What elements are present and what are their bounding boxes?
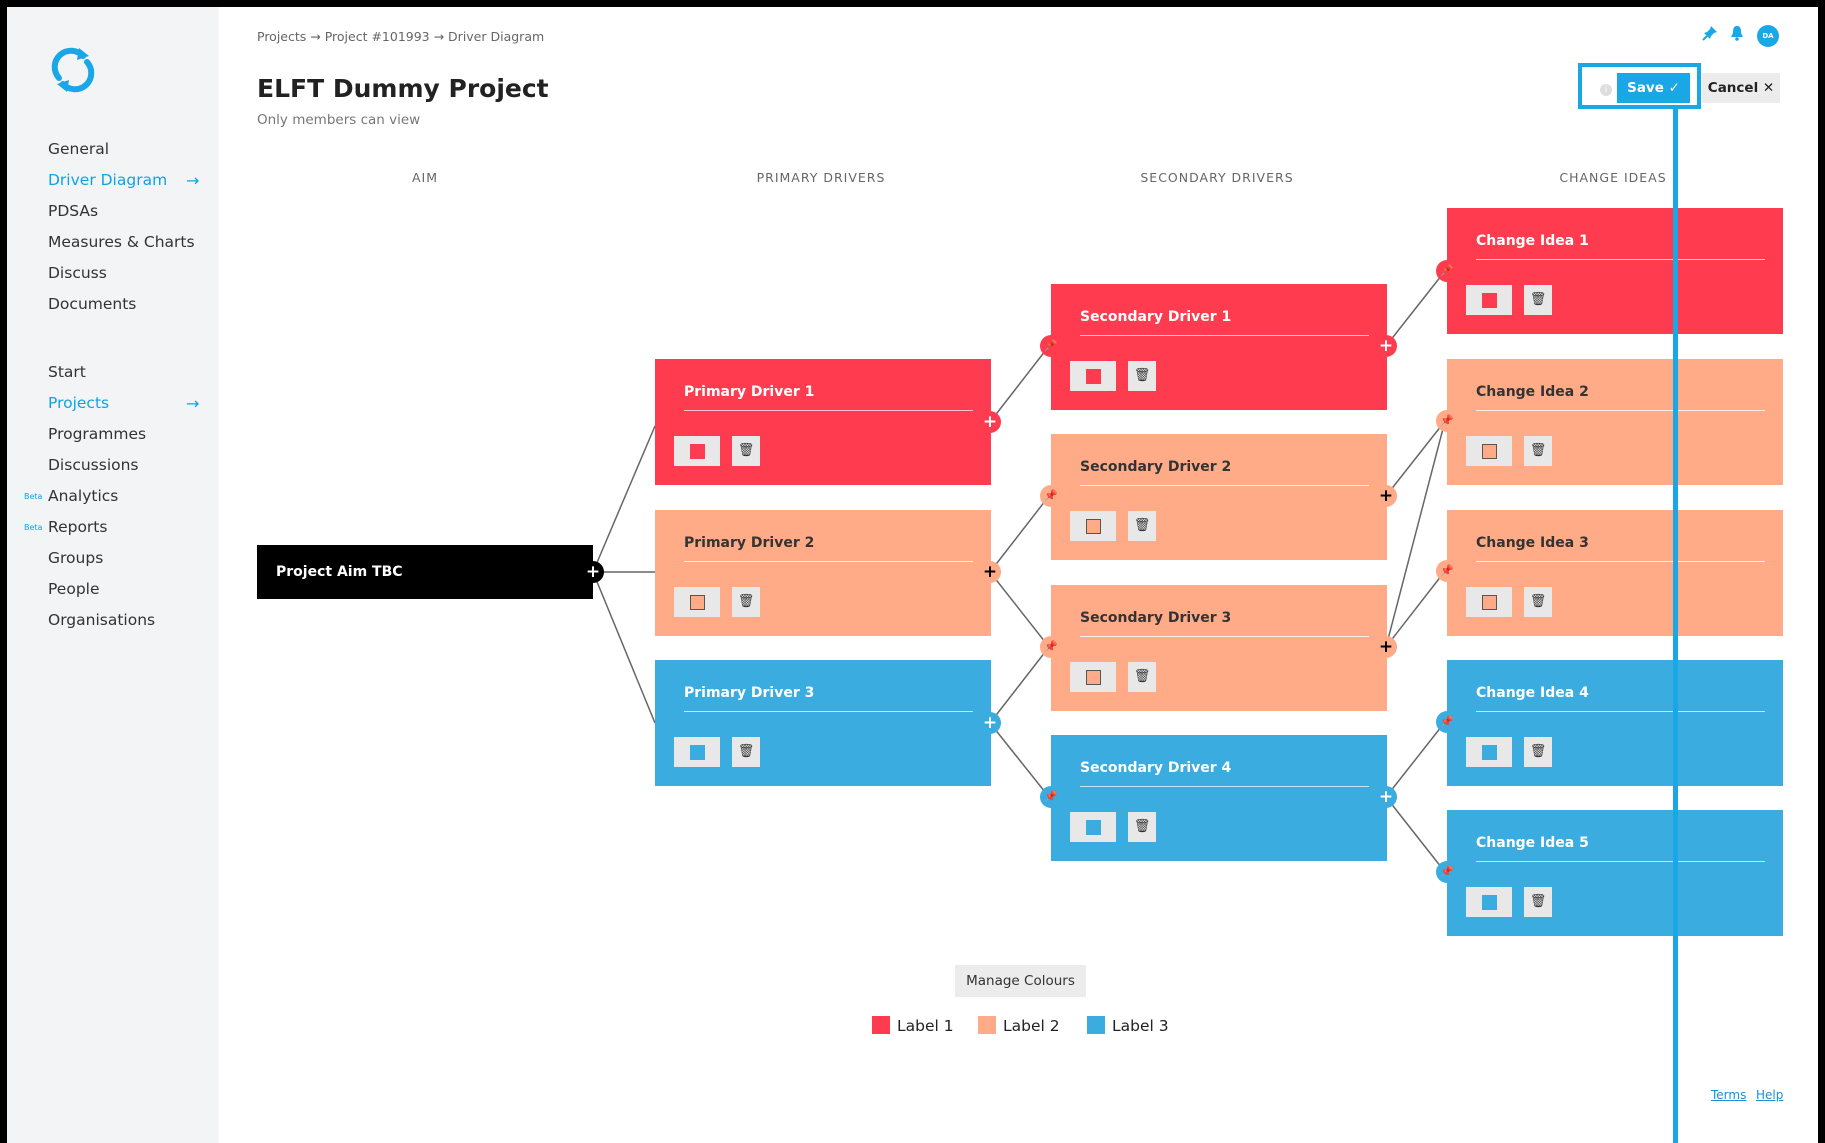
terms-link[interactable]: Terms (1711, 1088, 1746, 1102)
trash-icon[interactable]: 🗑 (1128, 662, 1156, 692)
pin-icon[interactable]: 📌 (1040, 786, 1062, 808)
trash-icon[interactable]: 🗑 (1524, 887, 1552, 917)
primary-driver-card[interactable]: Primary Driver 1 🗑 (655, 359, 991, 485)
add-secondary-driver-button[interactable]: + (979, 411, 1001, 433)
pin-icon[interactable]: 📌 (1040, 636, 1062, 658)
colour-picker-button[interactable] (1070, 812, 1116, 842)
card-title[interactable]: Secondary Driver 1 (1080, 309, 1369, 336)
secondary-driver-card[interactable]: Secondary Driver 1 🗑 (1051, 284, 1387, 410)
colour-swatch (690, 444, 705, 459)
colour-picker-button[interactable] (1070, 361, 1116, 391)
legend-label: Label 3 (1112, 1017, 1169, 1035)
colour-swatch (1086, 670, 1101, 685)
change-idea-card[interactable]: Change Idea 1 🗑 (1447, 208, 1783, 334)
add-secondary-driver-button[interactable]: + (979, 561, 1001, 583)
trash-icon[interactable]: 🗑 (732, 737, 760, 767)
help-link[interactable]: Help (1756, 1088, 1783, 1102)
colour-picker-button[interactable] (1466, 737, 1512, 767)
card-title[interactable]: Secondary Driver 3 (1080, 610, 1369, 637)
change-idea-card[interactable]: Change Idea 5 🗑 (1447, 810, 1783, 936)
add-primary-driver-button[interactable]: + (582, 561, 604, 583)
pin-icon[interactable]: 📌 (1040, 335, 1062, 357)
colour-swatch (1482, 745, 1497, 760)
trash-icon[interactable]: 🗑 (732, 587, 760, 617)
add-change-idea-button[interactable]: + (1375, 485, 1397, 507)
pin-icon[interactable]: 📌 (1436, 711, 1458, 733)
colour-picker-button[interactable] (1466, 285, 1512, 315)
add-change-idea-button[interactable]: + (1375, 335, 1397, 357)
pin-icon[interactable]: 📌 (1436, 861, 1458, 883)
change-idea-card[interactable]: Change Idea 4 🗑 (1447, 660, 1783, 786)
highlight-guide-line (1673, 109, 1678, 1143)
colour-picker-button[interactable] (1466, 887, 1512, 917)
trash-icon[interactable]: 🗑 (1128, 812, 1156, 842)
change-idea-card[interactable]: Change Idea 2 🗑 (1447, 359, 1783, 485)
colour-picker-button[interactable] (674, 436, 720, 466)
card-title[interactable]: Primary Driver 3 (684, 685, 973, 712)
secondary-driver-card[interactable]: Secondary Driver 3 🗑 (1051, 585, 1387, 711)
legend-label: Label 1 (897, 1017, 954, 1035)
colour-swatch (690, 745, 705, 760)
card-title[interactable]: Secondary Driver 2 (1080, 459, 1369, 486)
colour-picker-button[interactable] (674, 587, 720, 617)
legend-item: Label 2 (978, 1016, 1060, 1035)
card-title[interactable]: Change Idea 3 (1476, 535, 1765, 562)
colour-picker-button[interactable] (1070, 662, 1116, 692)
pin-icon[interactable]: 📌 (1040, 485, 1062, 507)
card-title[interactable]: Secondary Driver 4 (1080, 760, 1369, 787)
trash-icon[interactable]: 🗑 (1524, 737, 1552, 767)
secondary-driver-card[interactable]: Secondary Driver 2 🗑 (1051, 434, 1387, 560)
change-idea-card[interactable]: Change Idea 3 🗑 (1447, 510, 1783, 636)
trash-icon[interactable]: 🗑 (1524, 587, 1552, 617)
aim-title: Project Aim TBC (276, 564, 403, 580)
pin-icon[interactable]: 📌 (1436, 260, 1458, 282)
legend-item: Label 1 (872, 1016, 954, 1035)
primary-driver-card[interactable]: Primary Driver 3 🗑 (655, 660, 991, 786)
colour-swatch (690, 595, 705, 610)
trash-icon[interactable]: 🗑 (1524, 285, 1552, 315)
colour-swatch (1482, 444, 1497, 459)
card-title[interactable]: Primary Driver 1 (684, 384, 973, 411)
trash-icon[interactable]: 🗑 (732, 436, 760, 466)
primary-driver-card[interactable]: Primary Driver 2 🗑 (655, 510, 991, 636)
legend-swatch (978, 1016, 996, 1034)
add-change-idea-button[interactable]: + (1375, 636, 1397, 658)
colour-picker-button[interactable] (1466, 436, 1512, 466)
app-window: General Driver Diagram → PDSAs Measures … (7, 7, 1818, 1143)
card-title[interactable]: Change Idea 4 (1476, 685, 1765, 712)
card-title[interactable]: Change Idea 1 (1476, 233, 1765, 260)
pin-icon[interactable]: 📌 (1436, 560, 1458, 582)
colour-swatch (1086, 820, 1101, 835)
pin-icon[interactable]: 📌 (1436, 410, 1458, 432)
card-title[interactable]: Primary Driver 2 (684, 535, 973, 562)
trash-icon[interactable]: 🗑 (1524, 436, 1552, 466)
legend-swatch (872, 1016, 890, 1034)
card-title[interactable]: Change Idea 2 (1476, 384, 1765, 411)
colour-swatch (1482, 895, 1497, 910)
aim-card[interactable]: Project Aim TBC (257, 545, 593, 599)
secondary-driver-card[interactable]: Secondary Driver 4 🗑 (1051, 735, 1387, 861)
manage-colours-button[interactable]: Manage Colours (955, 965, 1086, 997)
legend-swatch (1087, 1016, 1105, 1034)
colour-swatch (1482, 595, 1497, 610)
colour-swatch (1086, 369, 1101, 384)
colour-swatch (1482, 293, 1497, 308)
legend-item: Label 3 (1087, 1016, 1169, 1035)
legend-label: Label 2 (1003, 1017, 1060, 1035)
card-title[interactable]: Change Idea 5 (1476, 835, 1765, 862)
colour-picker-button[interactable] (1070, 511, 1116, 541)
colour-picker-button[interactable] (674, 737, 720, 767)
colour-picker-button[interactable] (1466, 587, 1512, 617)
trash-icon[interactable]: 🗑 (1128, 361, 1156, 391)
trash-icon[interactable]: 🗑 (1128, 511, 1156, 541)
add-secondary-driver-button[interactable]: + (979, 712, 1001, 734)
add-change-idea-button[interactable]: + (1375, 786, 1397, 808)
colour-swatch (1086, 519, 1101, 534)
